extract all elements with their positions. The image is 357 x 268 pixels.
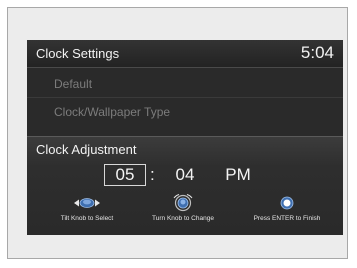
clock-adjustment-title: Clock Adjustment: [36, 142, 137, 157]
tilt-knob-icon: [74, 198, 100, 208]
turn-knob-icon: [173, 194, 193, 212]
menu-item-clock-wallpaper-type[interactable]: Clock/Wallpaper Type: [54, 105, 170, 119]
hint-label-tilt: Tilt Knob to Select: [60, 215, 114, 222]
minutes-field[interactable]: 04: [163, 164, 207, 186]
am-pm-field[interactable]: PM: [215, 164, 261, 186]
hours-field[interactable]: 05: [104, 164, 146, 186]
menu-item-default[interactable]: Default: [54, 77, 92, 91]
page-title: Clock Settings: [36, 46, 120, 61]
time-separator: :: [150, 165, 155, 184]
header-bar: Clock Settings 5:04: [27, 40, 343, 68]
hint-press-enter: Press ENTER to Finish: [241, 193, 333, 222]
hint-turn-knob: Turn Knob to Change: [145, 193, 221, 222]
clock-adjustment-panel: Clock Adjustment 05 : 04 PM Tilt Knob to…: [27, 136, 343, 235]
display-screen: Clock Settings 5:04 Default Clock/Wallpa…: [27, 40, 343, 235]
menu-divider: [27, 97, 343, 98]
press-enter-icon: [280, 196, 294, 210]
hint-label-turn: Turn Knob to Change: [152, 215, 214, 222]
header-clock: 5:04: [300, 43, 334, 62]
hint-tilt-knob: Tilt Knob to Select: [51, 193, 123, 222]
hint-label-press: Press ENTER to Finish: [253, 215, 321, 222]
